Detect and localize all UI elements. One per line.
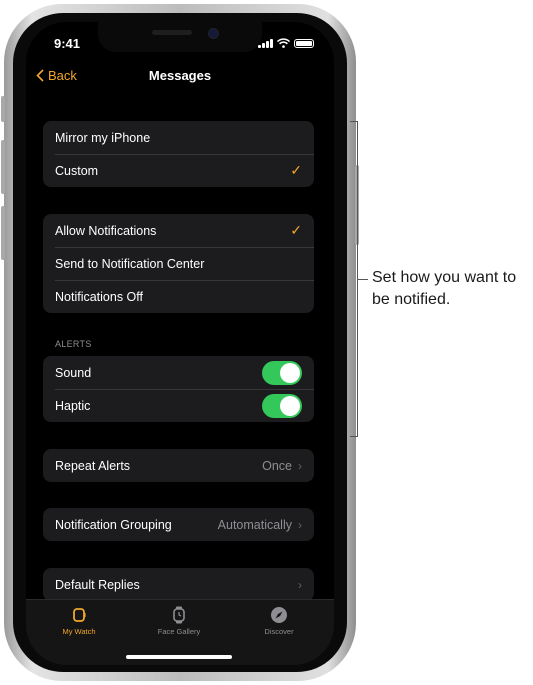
- option-send-to-notification-center[interactable]: Send to Notification Center: [43, 247, 314, 280]
- mirror-settings-group: Mirror my iPhone Custom ✓: [43, 121, 314, 187]
- status-time: 9:41: [54, 36, 81, 51]
- volume-down-button: [1, 206, 5, 260]
- cellular-signal-icon: [258, 39, 273, 48]
- earpiece-speaker: [152, 30, 192, 35]
- silent-switch: [1, 96, 5, 122]
- chevron-right-icon: ›: [298, 577, 302, 592]
- home-indicator[interactable]: [126, 655, 232, 659]
- tab-label: Discover: [264, 627, 294, 636]
- notification-settings-group: Allow Notifications ✓ Send to Notificati…: [43, 214, 314, 313]
- notification-grouping-label: Notification Grouping: [55, 517, 172, 532]
- volume-up-button: [1, 140, 5, 194]
- haptic-row: Haptic: [43, 389, 314, 422]
- checkmark-icon: ✓: [290, 162, 302, 178]
- option-label: Send to Notification Center: [55, 256, 205, 271]
- chevron-right-icon: ›: [298, 517, 302, 532]
- option-label: Notifications Off: [55, 289, 144, 304]
- tab-face-gallery[interactable]: Face Gallery: [134, 606, 224, 636]
- repeat-alerts-group: Repeat Alerts Once ›: [43, 449, 314, 482]
- chevron-left-icon: [36, 69, 44, 82]
- haptic-label: Haptic: [55, 398, 91, 413]
- sound-label: Sound: [55, 365, 92, 380]
- compass-icon: [271, 607, 287, 623]
- notification-grouping-row[interactable]: Notification Grouping Automatically ›: [43, 508, 314, 541]
- callout-bracket: [350, 121, 358, 437]
- callout-leader-line: [358, 279, 368, 280]
- back-label: Back: [48, 68, 77, 83]
- phone-screen: 9:41 Back Messages Mirror my iPhone Cust…: [26, 22, 334, 665]
- front-camera: [208, 28, 219, 39]
- watch-icon: [73, 608, 86, 622]
- tab-label: Face Gallery: [157, 627, 201, 636]
- toggle-knob: [280, 395, 300, 416]
- option-label: Mirror my iPhone: [55, 130, 151, 145]
- back-button[interactable]: Back: [36, 68, 77, 83]
- option-notifications-off[interactable]: Notifications Off: [43, 280, 314, 313]
- default-replies-row[interactable]: Default Replies ›: [43, 568, 314, 601]
- repeat-alerts-row[interactable]: Repeat Alerts Once ›: [43, 449, 314, 482]
- option-custom[interactable]: Custom ✓: [43, 154, 314, 187]
- notification-grouping-value: Automatically: [217, 517, 292, 532]
- tab-my-watch[interactable]: My Watch: [34, 606, 124, 636]
- alerts-section-header: ALERTS: [55, 339, 92, 349]
- notch: [98, 22, 262, 52]
- sound-toggle[interactable]: [262, 360, 302, 385]
- default-replies-label: Default Replies: [55, 577, 140, 592]
- callout-text: Set how you want to be notified.: [372, 269, 517, 308]
- wifi-icon: [277, 38, 290, 48]
- toggle-knob: [280, 362, 300, 383]
- tab-label: My Watch: [62, 627, 96, 636]
- battery-icon: [294, 39, 314, 48]
- watch-face-icon: [173, 606, 185, 624]
- option-mirror-my-iphone[interactable]: Mirror my iPhone: [43, 121, 314, 154]
- notification-grouping-group: Notification Grouping Automatically ›: [43, 508, 314, 541]
- default-replies-group: Default Replies ›: [43, 568, 314, 601]
- checkmark-icon: ✓: [290, 222, 302, 238]
- sound-row: Sound: [43, 356, 314, 389]
- repeat-alerts-value: Once: [262, 458, 292, 473]
- status-icons: [258, 38, 314, 48]
- alerts-group: Sound Haptic: [43, 356, 314, 422]
- chevron-right-icon: ›: [298, 458, 302, 473]
- repeat-alerts-label: Repeat Alerts: [55, 458, 131, 473]
- option-allow-notifications[interactable]: Allow Notifications ✓: [43, 214, 314, 247]
- option-label: Allow Notifications: [55, 223, 157, 238]
- tab-discover[interactable]: Discover: [234, 606, 324, 636]
- option-label: Custom: [55, 163, 99, 178]
- haptic-toggle[interactable]: [262, 393, 302, 418]
